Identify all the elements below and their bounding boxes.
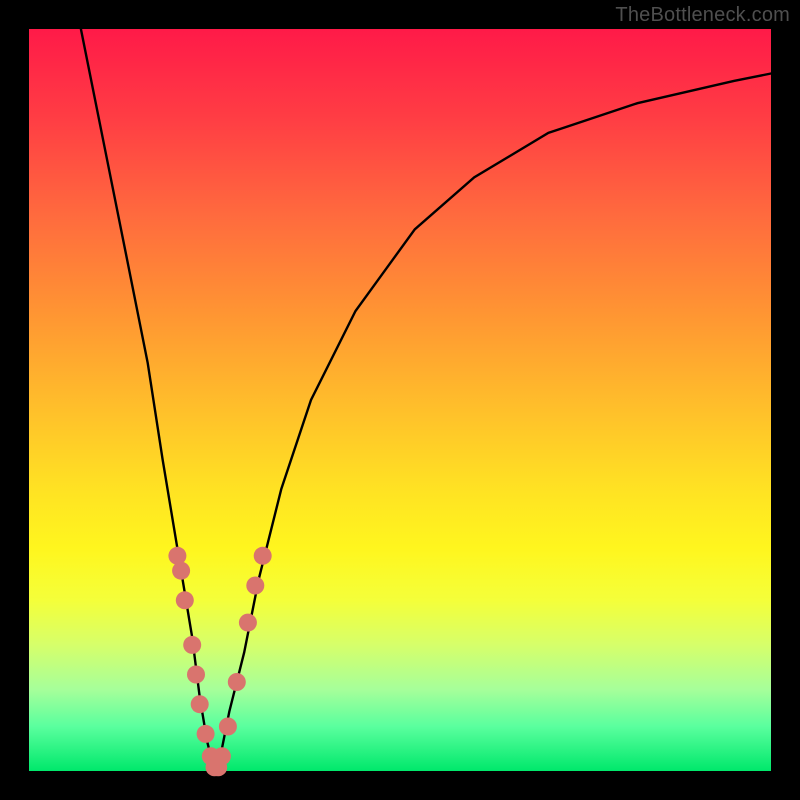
chart-overlay-svg [29, 29, 771, 771]
marker-dot [213, 747, 231, 765]
marker-dot [191, 695, 209, 713]
watermark-text: TheBottleneck.com [615, 4, 790, 27]
marker-dot [239, 614, 257, 632]
marker-dot [228, 673, 246, 691]
marker-dot [183, 636, 201, 654]
bottleneck-curve [81, 29, 771, 771]
marker-dot [197, 725, 215, 743]
marker-dot [176, 591, 194, 609]
marker-dot [219, 718, 237, 736]
marker-dot [172, 562, 190, 580]
marker-dot [187, 666, 205, 684]
chart-frame: TheBottleneck.com [0, 0, 800, 800]
marker-dot [246, 577, 264, 595]
marker-dot [254, 547, 272, 565]
